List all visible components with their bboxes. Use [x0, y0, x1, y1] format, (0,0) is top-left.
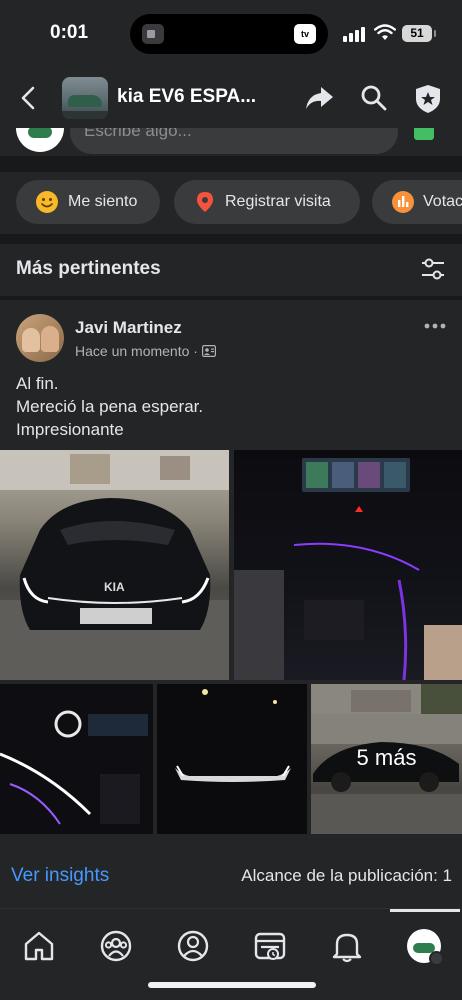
post-text-line: Mereció la pena esperar. [16, 397, 204, 416]
chip-feeling[interactable]: Me siento [16, 180, 160, 224]
post-photo-interior[interactable] [0, 684, 153, 834]
post-photo-dashboard[interactable] [234, 450, 462, 680]
more-options-icon[interactable] [424, 322, 446, 330]
post-photo-night-front[interactable] [157, 684, 307, 834]
chip-checkin-label: Registrar visita [225, 193, 331, 210]
home-icon[interactable] [22, 929, 56, 963]
battery-icon: 51 [402, 25, 436, 42]
post-reach: Alcance de la publicación: 1 [241, 866, 452, 885]
filter-sliders-icon[interactable] [420, 256, 446, 282]
night-car-illustration [175, 689, 291, 782]
action-chips: Me siento Registrar visita Votac [0, 172, 462, 234]
post-photo-car-front[interactable]: KIA [0, 450, 229, 680]
audience-members-icon [201, 345, 216, 358]
poll-icon [392, 191, 414, 213]
post-text-line: Impresionante [16, 420, 124, 439]
view-insights-link[interactable]: Ver insights [11, 865, 109, 887]
post-author[interactable]: Javi Martinez [75, 318, 182, 338]
divider [0, 156, 462, 172]
group-header: kia EV6 ESPA... [0, 68, 462, 128]
location-pin-icon [197, 192, 213, 212]
dot-separator: · [193, 343, 202, 359]
smile-icon [36, 191, 58, 213]
section-title[interactable]: Más pertinentes [16, 258, 161, 280]
composer-avatar[interactable] [16, 128, 64, 152]
menu-badge-icon [429, 951, 444, 966]
feed-icon[interactable] [253, 929, 287, 963]
cellular-signal-icon [343, 26, 367, 42]
chip-checkin[interactable]: Registrar visita [174, 180, 360, 224]
wifi-icon [374, 24, 396, 40]
search-icon[interactable] [360, 84, 388, 112]
chip-poll[interactable]: Votac [372, 180, 462, 224]
share-icon[interactable] [304, 84, 334, 112]
post-card: Javi Martinez Hace un momento · Al fin. … [0, 300, 462, 906]
post-time[interactable]: Hace un momento [75, 343, 189, 359]
post-text-line: Al fin. [16, 374, 59, 393]
svg-text:KIA: KIA [104, 580, 125, 594]
interior-illustration [0, 710, 148, 825]
dynamic-island: tv [130, 14, 328, 54]
car-front-illustration: KIA [0, 450, 229, 680]
composer-input[interactable]: Escribe algo... [70, 128, 398, 154]
photo-icon[interactable] [414, 128, 434, 140]
active-tab-indicator [390, 909, 460, 912]
author-avatar[interactable] [16, 314, 64, 362]
chip-poll-label: Votac [423, 193, 462, 210]
home-indicator[interactable] [148, 982, 316, 988]
composer-strip: Escribe algo... [0, 128, 462, 156]
feed-sort-header: Más pertinentes [0, 244, 462, 296]
post-meta: Hace un momento · [75, 343, 216, 359]
bell-icon[interactable] [330, 929, 364, 963]
status-bar: 0:01 tv 51 [0, 0, 462, 68]
speaker-icon [142, 24, 164, 44]
more-photos-label[interactable]: 5 más [311, 745, 462, 771]
back-icon[interactable] [18, 86, 40, 110]
dashboard-illustration [234, 458, 462, 680]
group-title[interactable]: kia EV6 ESPA... [117, 86, 256, 108]
group-cover-thumbnail[interactable] [62, 77, 108, 119]
profile-icon[interactable] [176, 929, 210, 963]
composer-placeholder: Escribe algo... [84, 128, 192, 140]
status-time: 0:01 [50, 22, 89, 43]
tv-icon: tv [294, 24, 316, 44]
menu-avatar-icon[interactable] [407, 929, 444, 966]
groups-icon[interactable] [99, 929, 133, 963]
chip-feeling-label: Me siento [68, 193, 138, 210]
shield-star-icon[interactable] [414, 84, 442, 114]
divider [0, 234, 462, 244]
post-text: Al fin. Mereció la pena esperar. Impresi… [16, 372, 203, 441]
